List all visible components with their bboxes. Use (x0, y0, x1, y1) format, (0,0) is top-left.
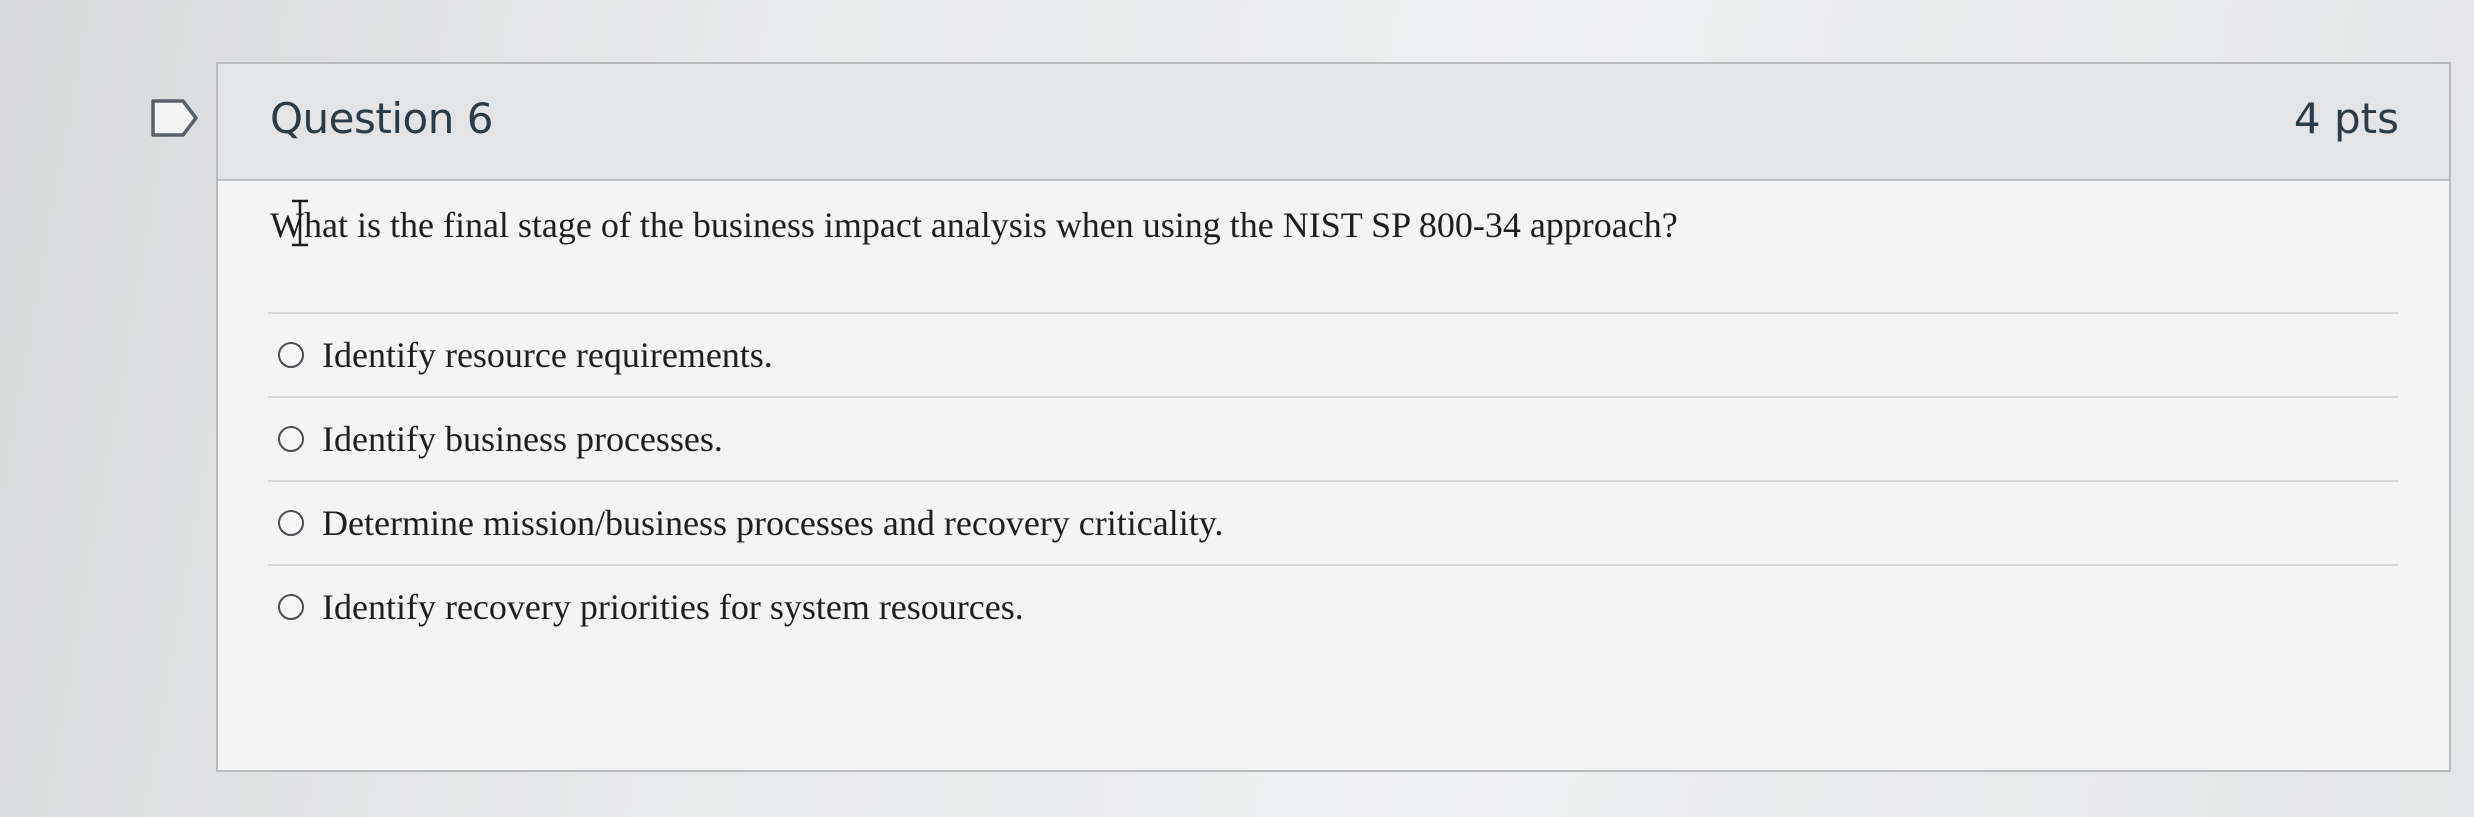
answer-label[interactable]: Identify business processes. (322, 418, 723, 460)
answer-label[interactable]: Determine mission/business processes and… (322, 502, 1223, 544)
radio-button-icon[interactable] (278, 510, 304, 536)
answer-option-1[interactable]: Identify resource requirements. (268, 312, 2399, 396)
question-points: 4 pts (2293, 94, 2399, 143)
answer-label[interactable]: Identify resource requirements. (322, 334, 773, 376)
question-header: Question 6 4 pts (218, 64, 2449, 181)
answer-option-4[interactable]: Identify recovery priorities for system … (268, 564, 2399, 648)
radio-button-icon[interactable] (278, 342, 304, 368)
question-card: Question 6 4 pts What is the final stage… (216, 62, 2451, 772)
answer-list: Identify resource requirements. Identify… (268, 312, 2399, 648)
answer-option-2[interactable]: Identify business processes. (268, 396, 2399, 480)
radio-button-icon[interactable] (278, 594, 304, 620)
flag-question-icon[interactable] (150, 98, 200, 138)
text-cursor-icon (292, 199, 308, 247)
answer-label[interactable]: Identify recovery priorities for system … (322, 586, 1024, 628)
radio-button-icon[interactable] (278, 426, 304, 452)
answer-option-3[interactable]: Determine mission/business processes and… (268, 480, 2399, 564)
question-text: What is the final stage of the business … (270, 205, 1678, 245)
question-title: Question 6 (270, 94, 493, 143)
